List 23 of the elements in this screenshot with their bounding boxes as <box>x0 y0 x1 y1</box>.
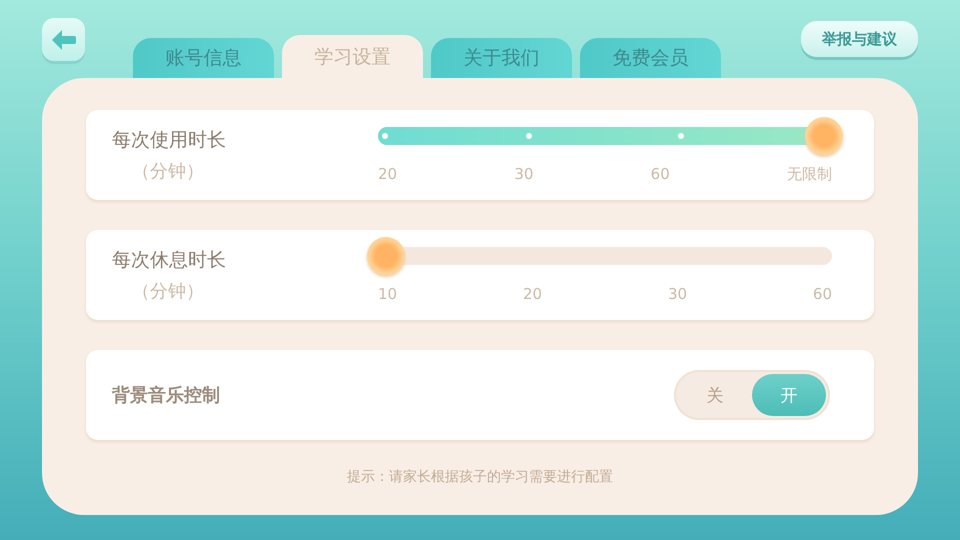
tick-label: 60 <box>812 285 832 303</box>
tick-label: 30 <box>668 285 688 303</box>
back-button[interactable] <box>42 18 85 61</box>
tick-label: 10 <box>378 285 398 303</box>
tick-label: 30 <box>514 164 534 184</box>
tab[interactable]: 学习设置 <box>282 35 423 78</box>
unit-label: （分钟） <box>132 160 204 183</box>
tick-label: 60 <box>650 164 670 184</box>
tab[interactable]: 免费会员 <box>580 38 721 78</box>
tab[interactable]: 关于我们 <box>431 38 572 78</box>
setting-label: 背景音乐控制 <box>112 384 220 407</box>
report-button[interactable]: 举报与建议 <box>801 21 918 57</box>
tab[interactable]: 账号信息 <box>133 38 274 78</box>
tick-label: 20 <box>522 285 542 303</box>
unit-label: （分钟） <box>132 280 204 303</box>
tick-label: 20 <box>378 164 398 184</box>
setting-label: 每次休息时长 <box>112 248 226 273</box>
toggle-option[interactable]: 关 <box>678 374 752 416</box>
arrow-left-icon <box>50 28 76 50</box>
setting-label: 每次使用时长 <box>112 128 226 153</box>
tick-label: 无限制 <box>786 164 832 184</box>
toggle-option[interactable]: 开 <box>752 374 826 416</box>
hint-text: 提示：请家长根据孩子的学习需要进行配置 <box>347 469 613 485</box>
